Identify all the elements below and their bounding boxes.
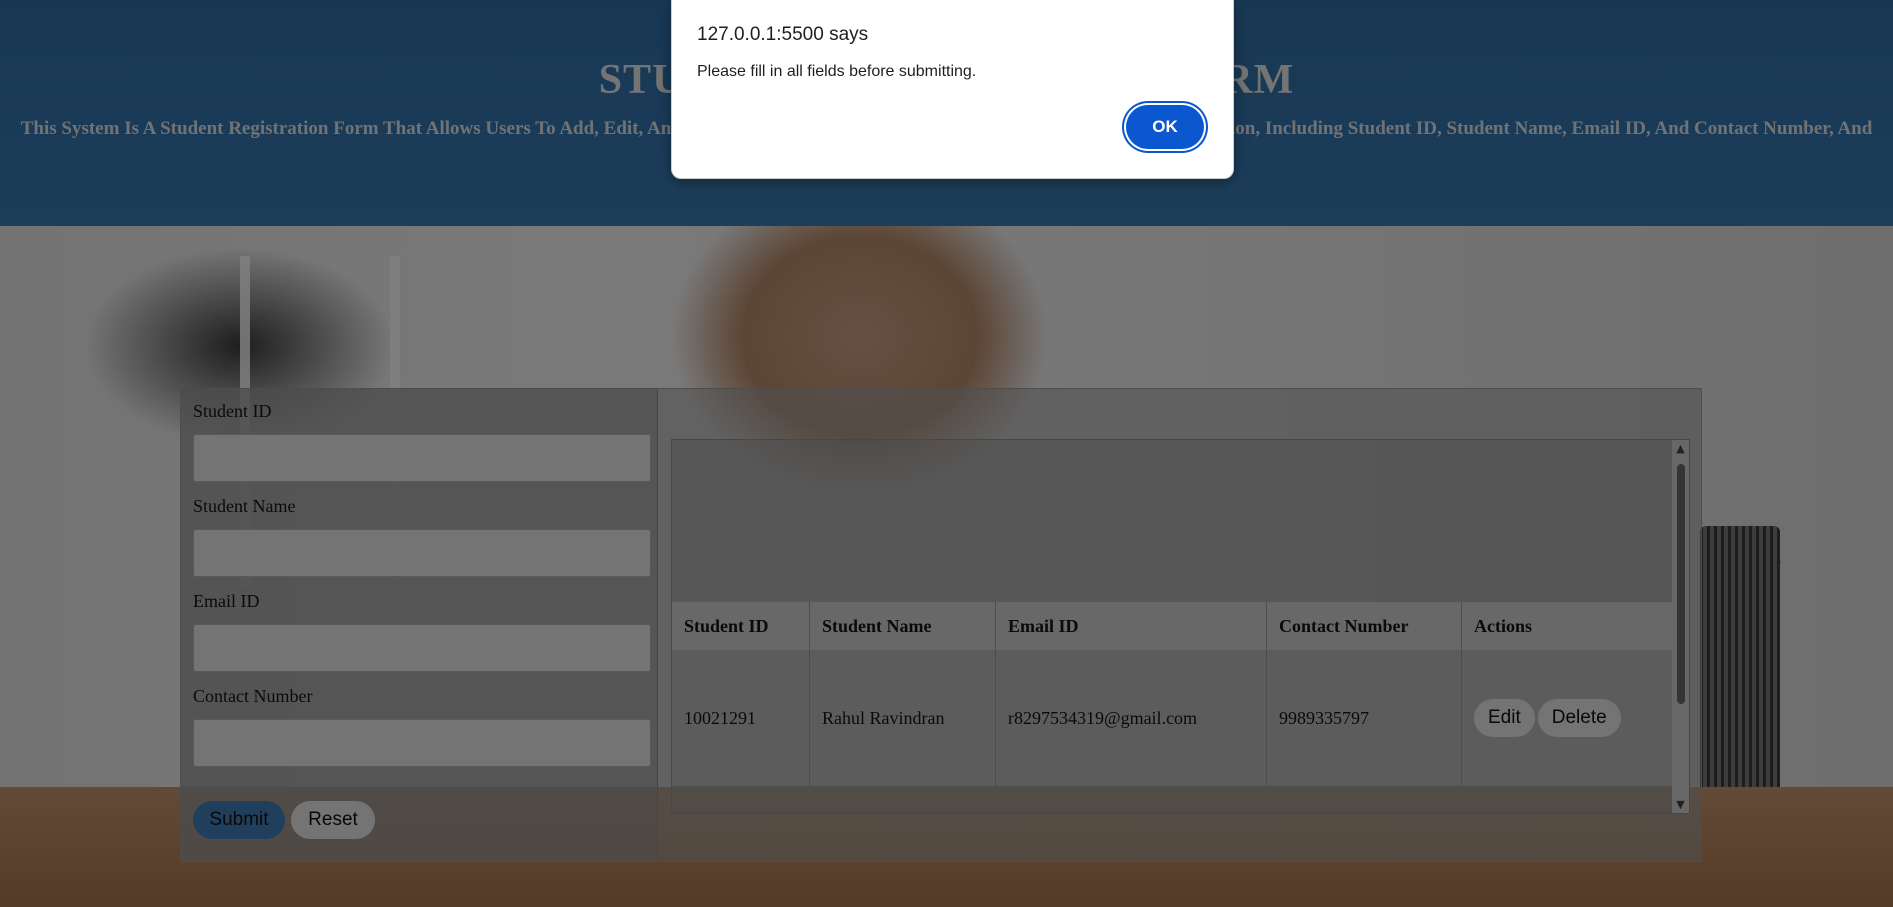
ok-button[interactable]: OK: [1126, 105, 1204, 149]
alert-dialog: 127.0.0.1:5500 says Please fill in all f…: [671, 0, 1234, 179]
dialog-message: Please fill in all fields before submitt…: [697, 63, 977, 80]
dialog-origin: 127.0.0.1:5500 says: [697, 24, 869, 45]
